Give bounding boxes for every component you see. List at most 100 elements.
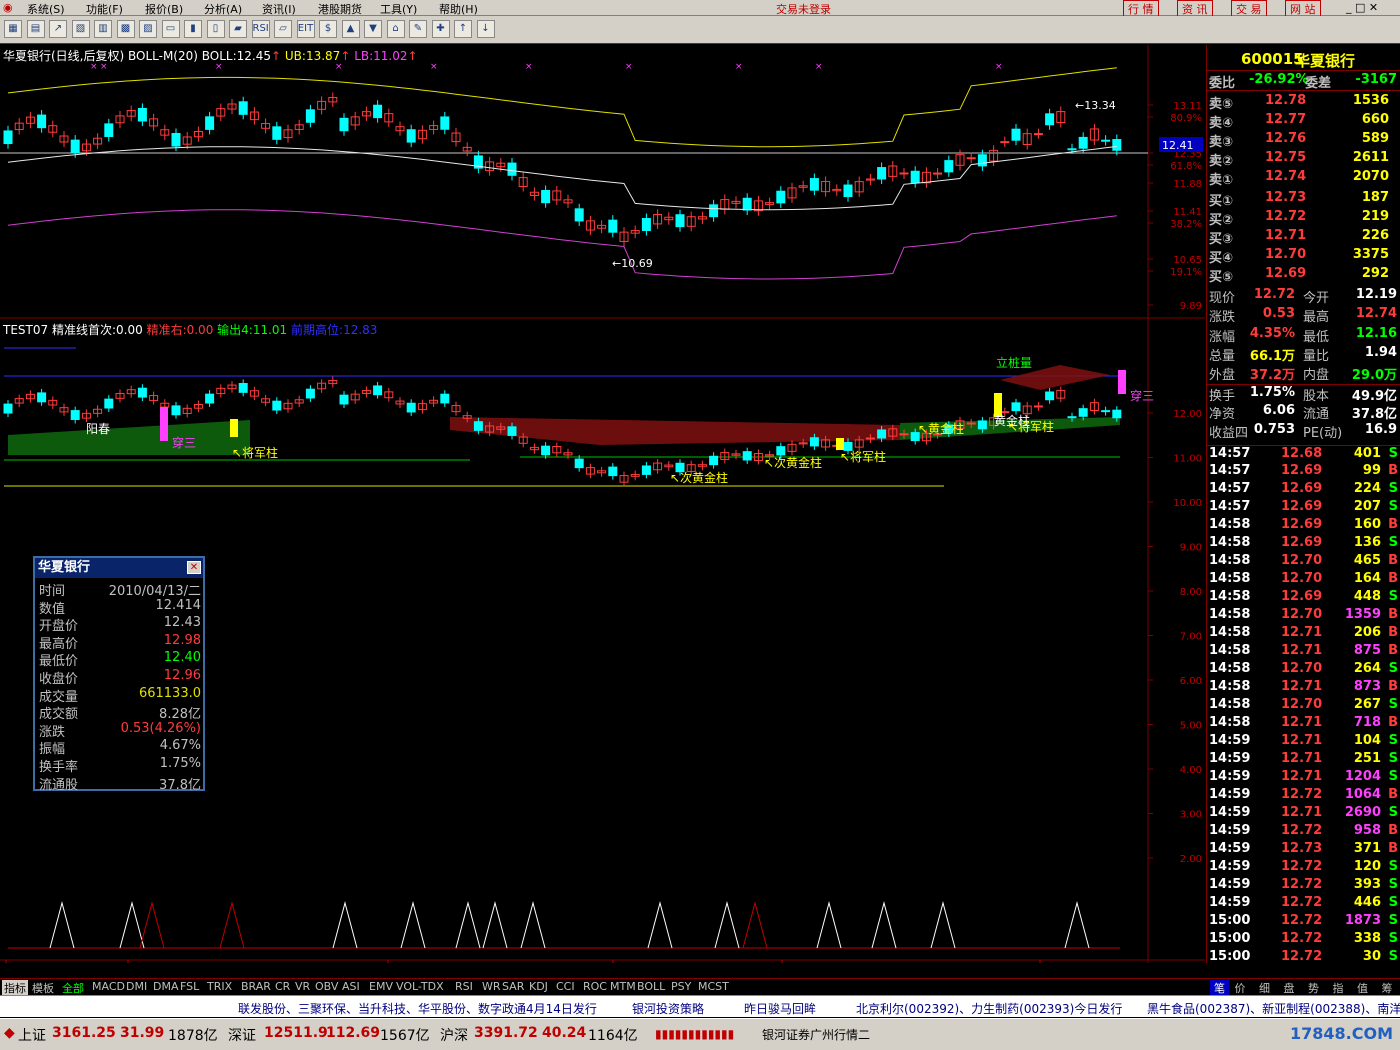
ind-candle[interactable] (809, 437, 819, 447)
ind-candle[interactable] (709, 455, 719, 466)
menu-item[interactable]: 分析(A) (204, 1, 242, 17)
toolbar-icon[interactable]: ▭ (161, 20, 180, 38)
menu-item[interactable]: 功能(F) (86, 1, 123, 17)
toolbar-icon[interactable]: ▧ (71, 20, 90, 38)
quote-tab[interactable]: 盘 (1284, 980, 1295, 996)
ind-candle[interactable] (137, 387, 147, 398)
toolbar-icon[interactable]: ↓ (476, 20, 495, 38)
quote-tab[interactable]: 价 (1235, 980, 1246, 996)
ind-candle[interactable] (37, 392, 47, 403)
ind-candle[interactable] (1045, 391, 1055, 401)
menu-item[interactable]: 资讯(I) (262, 1, 296, 17)
candle[interactable] (238, 101, 248, 115)
candle[interactable] (272, 126, 282, 140)
candle[interactable] (1101, 139, 1111, 142)
toolbar-icon[interactable]: ▱ (274, 20, 292, 38)
toolbar-icon[interactable]: ▨ (139, 20, 157, 38)
candle[interactable] (877, 167, 887, 180)
indicator-tab[interactable]: MTM (610, 980, 636, 993)
candle[interactable] (1067, 148, 1077, 151)
candle[interactable] (406, 129, 416, 143)
candle[interactable] (977, 154, 987, 167)
indicator-tab[interactable]: CR (275, 980, 290, 993)
toolbar-icon[interactable]: ✚ (431, 20, 450, 38)
indicator-tab[interactable]: WR (482, 980, 501, 993)
indicator-tab[interactable]: OBV (315, 980, 338, 993)
quote-tab[interactable]: 筹 (1382, 980, 1393, 996)
candle[interactable] (608, 219, 618, 233)
indicator-tab[interactable]: BOLL (637, 980, 665, 993)
ind-candle[interactable] (742, 451, 752, 461)
ticker-item[interactable]: 昨日骏马回眸 (744, 1000, 816, 1017)
ind-candle[interactable] (339, 394, 349, 405)
ticker-item[interactable]: 银河投资策略 (632, 1000, 704, 1017)
candle[interactable] (104, 123, 114, 137)
candle[interactable] (944, 160, 954, 173)
menu-item[interactable]: 港股期货 (318, 1, 362, 17)
ticker-item[interactable]: 北京利尔(002392)、力生制药(002393)今日发行 (856, 1000, 1122, 1017)
ind-candle[interactable] (977, 420, 987, 430)
indicator-tab[interactable]: 指标 (2, 980, 28, 996)
indicator-tab[interactable]: SAR (502, 980, 524, 993)
candle[interactable] (709, 204, 719, 218)
indicator-tab[interactable]: VR (295, 980, 310, 993)
candle[interactable] (205, 116, 215, 130)
candle[interactable] (1033, 133, 1043, 136)
indicator-tab[interactable]: VOL-TDX (396, 980, 444, 993)
toolbar-icon[interactable]: ▩ (116, 20, 135, 38)
ind-candle[interactable] (70, 410, 80, 420)
ind-candle[interactable] (305, 388, 315, 399)
ind-candle[interactable] (473, 421, 483, 431)
menu-item[interactable]: 报价(B) (145, 1, 183, 17)
candle[interactable] (742, 197, 752, 211)
toolbar-icon[interactable]: ▦ (4, 20, 22, 38)
ind-candle[interactable] (608, 466, 618, 477)
ind-candle[interactable] (899, 433, 909, 436)
toolbar-icon[interactable]: ▰ (229, 20, 247, 38)
ind-candle[interactable] (1067, 416, 1077, 419)
candle[interactable] (1011, 128, 1021, 141)
toolbar-icon[interactable]: ▥ (94, 20, 112, 38)
candle[interactable] (843, 184, 853, 198)
candle[interactable] (305, 109, 315, 123)
toolbar-icon[interactable]: ▮ (184, 20, 202, 38)
indicator-tab[interactable]: DMI (126, 980, 147, 993)
indicator-tab[interactable]: 全部 (62, 980, 84, 996)
candle[interactable] (574, 208, 584, 222)
ticker-item[interactable]: 黑牛食品(002387)、新亚制程(002388)、南洋 (1147, 1000, 1400, 1017)
candle[interactable] (339, 117, 349, 132)
menu-item[interactable]: 帮助(H) (439, 1, 478, 17)
candle[interactable] (1112, 139, 1122, 151)
indicator-tab[interactable]: FSL (180, 980, 199, 993)
candle[interactable] (171, 132, 181, 147)
indicator-tab[interactable]: MCST (698, 980, 729, 993)
toolbar-icon[interactable]: RSI (251, 20, 270, 38)
candle[interactable] (70, 139, 80, 154)
indicator-tab[interactable]: KDJ (529, 980, 548, 993)
candle[interactable] (3, 130, 13, 145)
ind-candle[interactable] (877, 429, 887, 439)
toolbar-icon[interactable]: ↑ (454, 20, 472, 38)
menu-item[interactable]: 系统(S) (27, 1, 65, 17)
candle[interactable] (507, 162, 517, 176)
ind-candle[interactable] (865, 437, 875, 440)
chart-area[interactable]: 13.11 80.9% 12.35 61.8% 11.88 11.41 38.2% 10.65… (0, 45, 1205, 963)
quote-tab[interactable]: 值 (1357, 980, 1368, 996)
indicator-tab[interactable]: 模板 (32, 980, 54, 996)
indicator-tab[interactable]: TRIX (207, 980, 232, 993)
quote-tab[interactable]: 细 (1259, 980, 1270, 996)
quote-tab[interactable]: 指 (1333, 980, 1344, 996)
candle[interactable] (1000, 141, 1010, 144)
ind-candle[interactable] (966, 422, 976, 425)
candle[interactable] (1078, 136, 1088, 149)
ind-candle[interactable] (3, 403, 13, 414)
ind-candle[interactable] (238, 383, 248, 393)
ind-candle[interactable] (776, 446, 786, 456)
indicator-tab[interactable]: BRAR (241, 980, 271, 993)
candle[interactable] (675, 214, 685, 228)
candle[interactable] (1045, 113, 1055, 126)
candle[interactable] (373, 104, 383, 119)
indicator-tab[interactable]: MACD (92, 980, 125, 993)
ind-candle[interactable] (541, 445, 551, 456)
ticker-item[interactable]: 联发股份、三聚环保、当升科技、华平股份、数字政通4月14日发行 (238, 1000, 597, 1017)
